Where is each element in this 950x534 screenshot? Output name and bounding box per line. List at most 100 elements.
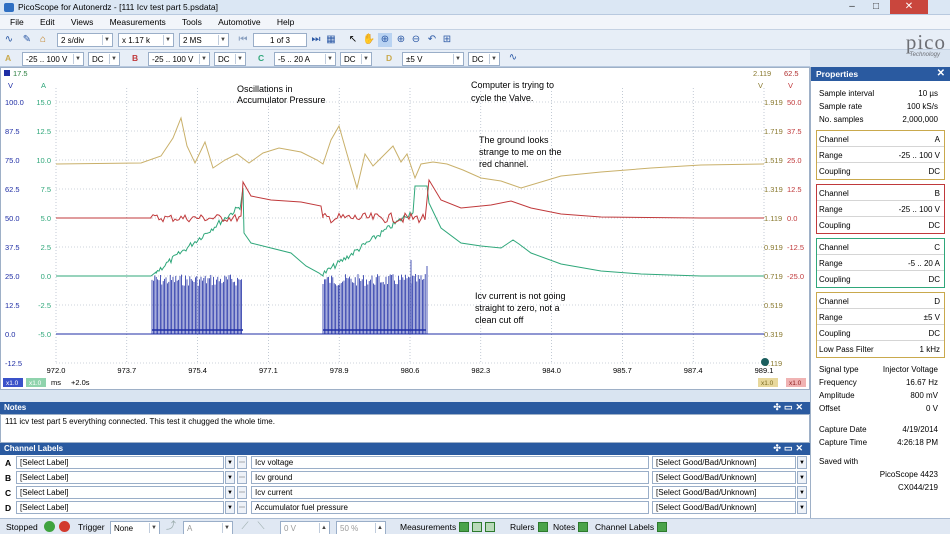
label-dropdown-d[interactable]: ▼: [225, 501, 235, 514]
trigger-level-input[interactable]: 0 V ▲: [280, 521, 330, 534]
forward-icon[interactable]: ⏭: [309, 33, 323, 47]
channel-d-coupling[interactable]: DC ▼: [468, 52, 500, 66]
zoom-in-icon[interactable]: ⊕: [394, 33, 408, 47]
label-text-a[interactable]: Icv voltage: [251, 456, 649, 469]
menu-edit[interactable]: Edit: [40, 15, 55, 27]
pointer-icon[interactable]: ↖: [346, 33, 360, 47]
label-dropdown-b[interactable]: ▼: [225, 471, 235, 484]
menu-tools[interactable]: Tools: [182, 15, 202, 27]
left-tick-v: 25.0: [5, 272, 20, 281]
right-tick-d: 1.719: [764, 127, 783, 136]
label-more-c[interactable]: ⋯: [237, 486, 247, 499]
channel-d-range[interactable]: ±5 V ▼: [402, 52, 464, 66]
properties-close-icon[interactable]: ✕: [937, 68, 945, 79]
status-dropdown-c[interactable]: ▼: [797, 486, 807, 499]
label-select-c[interactable]: [Select Label]: [16, 486, 224, 499]
zoom-fit-icon[interactable]: ⊞: [440, 33, 454, 47]
channel-b-range[interactable]: -25 .. 100 V ▼: [148, 52, 210, 66]
label-dropdown-c[interactable]: ▼: [225, 486, 235, 499]
label-text-b[interactable]: Icv ground: [251, 471, 649, 484]
measurements-remove-icon[interactable]: [485, 522, 496, 532]
label-text-d[interactable]: Accumulator fuel pressure: [251, 501, 649, 514]
label-more-d[interactable]: ⋯: [237, 501, 247, 514]
scale-left-v: x1.0: [6, 380, 19, 387]
right-tick-d: 1.319: [764, 185, 783, 194]
minimize-button[interactable]: –: [840, 0, 864, 14]
channel-c-label[interactable]: C: [258, 53, 264, 63]
status-dropdown-d[interactable]: ▼: [797, 501, 807, 514]
status-dropdown-b[interactable]: ▼: [797, 471, 807, 484]
label-dropdown-a[interactable]: ▼: [225, 456, 235, 469]
notes-pane-controls[interactable]: ✣▭✕: [773, 402, 806, 413]
channel-labels-toggle[interactable]: Channel Labels: [595, 522, 668, 532]
menu-measurements[interactable]: Measurements: [110, 15, 166, 27]
probe-icon[interactable]: ✎: [20, 33, 34, 47]
zoom-out-icon[interactable]: ⊖: [409, 33, 423, 47]
ruler-handle-icon[interactable]: [761, 358, 769, 366]
channel-b-coupling[interactable]: DC ▼: [214, 52, 246, 66]
page-counter[interactable]: 1 of 3: [253, 33, 307, 47]
status-select-a[interactable]: [Select Good/Bad/Unknown]: [652, 456, 796, 469]
maximize-button[interactable]: □: [864, 0, 888, 14]
channel-d-label[interactable]: D: [386, 53, 392, 63]
home-icon[interactable]: ⌂: [36, 33, 50, 47]
label-more-a[interactable]: ⋯: [237, 456, 247, 469]
hand-icon[interactable]: ✋: [362, 33, 376, 47]
zoom-select-icon[interactable]: ⊕: [378, 33, 392, 47]
trigger-edge-icon[interactable]: ⤴: [164, 520, 178, 534]
status-select-c[interactable]: [Select Good/Bad/Unknown]: [652, 486, 796, 499]
stop-button-icon[interactable]: [59, 521, 70, 532]
zoom-select[interactable]: x 1.17 k ▼: [118, 33, 174, 47]
label-more-b[interactable]: ⋯: [237, 471, 247, 484]
channel-c-range[interactable]: -5 .. 20 A ▼: [274, 52, 336, 66]
label-select-a[interactable]: [Select Label]: [16, 456, 224, 469]
rewind-icon[interactable]: ⏮: [236, 33, 250, 47]
label-select-b[interactable]: [Select Label]: [16, 471, 224, 484]
x-unit: ms: [51, 378, 61, 387]
trigger-rising-icon[interactable]: ⟋: [238, 520, 252, 534]
timebase-select[interactable]: 2 s/div ▼: [57, 33, 113, 47]
channel-labels-table: A [Select Label] ▼ ⋯ Icv voltage [Select…: [0, 455, 810, 518]
notes-toggle[interactable]: Notes: [553, 522, 589, 532]
rulers-toggle[interactable]: Rulers: [510, 522, 548, 532]
channel-labels-pane-controls[interactable]: ✣▭✕: [773, 443, 806, 454]
status-dropdown-a[interactable]: ▼: [797, 456, 807, 469]
samples-select[interactable]: 2 MS ▼: [179, 33, 229, 47]
trigger-position-input[interactable]: 50 % ▲: [336, 521, 386, 534]
menu-help[interactable]: Help: [277, 15, 294, 27]
status-select-d[interactable]: [Select Good/Bad/Unknown]: [652, 501, 796, 514]
rulers-icon[interactable]: [537, 522, 548, 532]
start-button-icon[interactable]: [44, 521, 55, 532]
menu-file[interactable]: File: [10, 15, 24, 27]
axis-top-left-a: 17.5: [13, 69, 28, 78]
notes-icon[interactable]: [578, 522, 589, 532]
channel-a-label[interactable]: A: [5, 53, 11, 63]
pico-logo: pico Technology: [905, 30, 946, 59]
label-select-d[interactable]: [Select Label]: [16, 501, 224, 514]
notes-text[interactable]: 111 icv test part 5 everything connected…: [0, 414, 810, 443]
scope-mode-icon[interactable]: ∿: [2, 33, 16, 47]
measurements-add-icon[interactable]: [459, 522, 470, 532]
status-select-b[interactable]: [Select Good/Bad/Unknown]: [652, 471, 796, 484]
scope-graph: 17.5 2.119 62.5 V A V V 100.0 87.5 75.0 62.…: [3, 69, 806, 387]
channel-c-coupling[interactable]: DC ▼: [340, 52, 372, 66]
scope-view[interactable]: 17.5 2.119 62.5 V A V V 100.0 87.5 75.0 62.…: [0, 67, 810, 390]
channel-labels-icon[interactable]: [657, 522, 668, 532]
trigger-mode-select[interactable]: None ▼: [110, 521, 160, 534]
channel-label-row-d: D [Select Label] ▼ ⋯ Accumulator fuel pr…: [0, 500, 810, 515]
menu-views[interactable]: Views: [71, 15, 94, 27]
label-text-c[interactable]: Icv current: [251, 486, 649, 499]
channel-a-range[interactable]: -25 .. 100 V ▼: [22, 52, 84, 66]
measurements-edit-icon[interactable]: [472, 522, 483, 532]
left-tick-v: 50.0: [5, 214, 20, 223]
buffer-icon[interactable]: ▦: [324, 33, 338, 47]
trigger-falling-icon[interactable]: ⟍: [254, 520, 268, 534]
measurements-toggle[interactable]: Measurements: [400, 522, 496, 532]
channel-a-coupling[interactable]: DC ▼: [88, 52, 120, 66]
menu-automotive[interactable]: Automotive: [218, 15, 261, 27]
trigger-channel-select[interactable]: A ▼: [183, 521, 233, 534]
channel-b-label[interactable]: B: [132, 53, 138, 63]
close-button[interactable]: ✕: [890, 0, 928, 14]
undo-zoom-icon[interactable]: ↶: [425, 33, 439, 47]
channel-options-icon[interactable]: ∿: [506, 51, 520, 65]
